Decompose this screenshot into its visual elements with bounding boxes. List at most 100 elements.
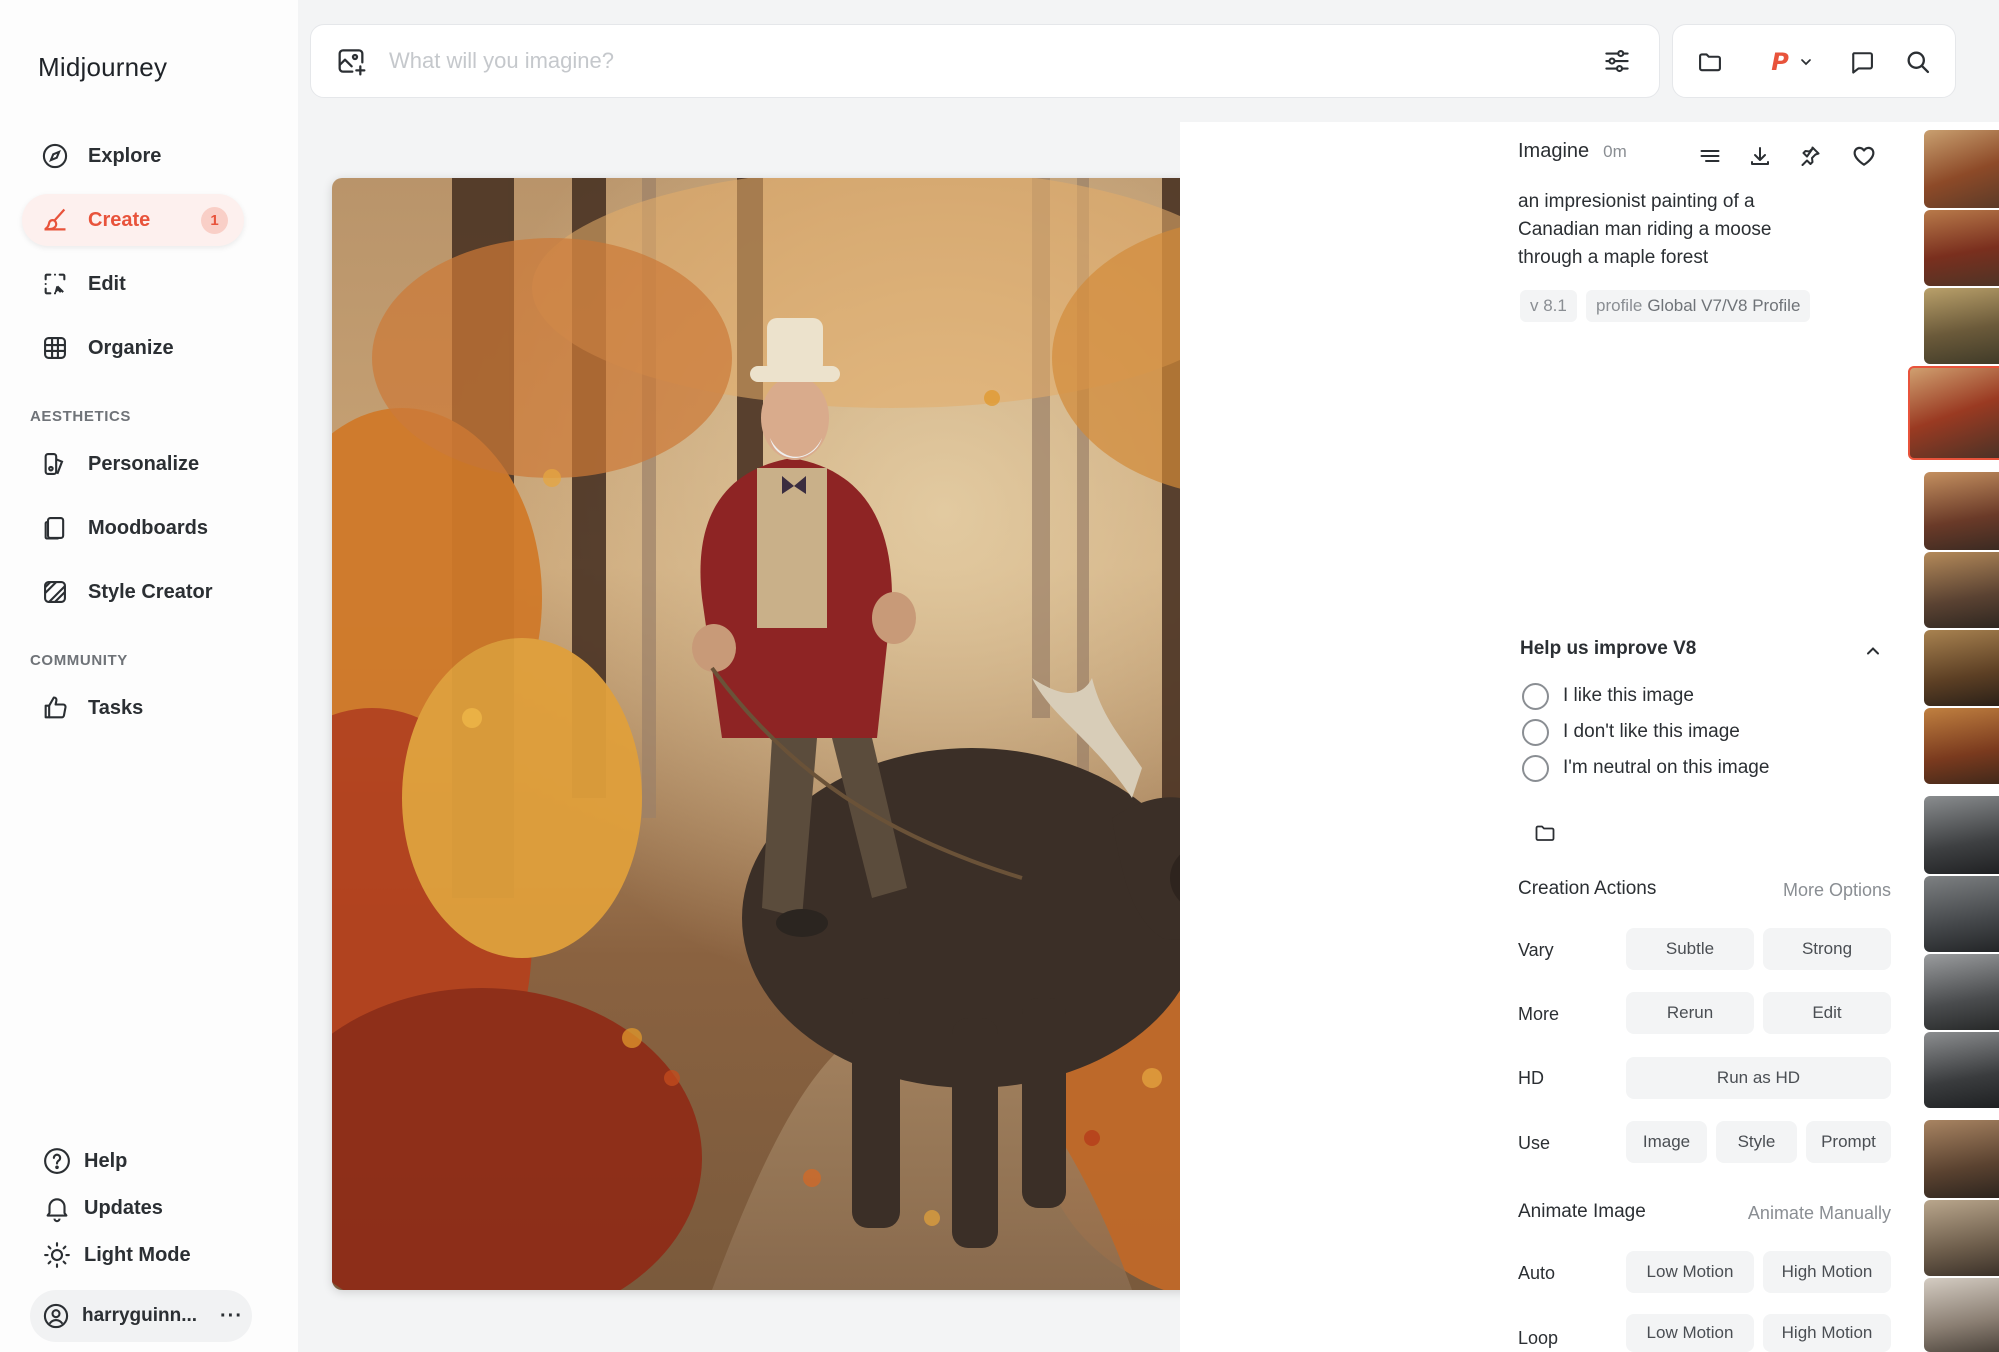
feedback-like-label: I like this image [1563,685,1694,706]
download-icon[interactable] [1744,140,1776,172]
prompt-input[interactable] [389,48,1597,74]
feedback-dislike-option[interactable]: I don't like this image [1522,717,1740,747]
chevron-up-icon[interactable] [1858,636,1888,666]
light-mode-toggle[interactable]: Light Mode [40,1235,191,1275]
auto-high-motion-button[interactable]: High Motion [1763,1251,1891,1293]
chevron-down-icon[interactable] [1793,43,1819,81]
profile-chip-value: Global V7/V8 Profile [1647,296,1801,315]
moodboard-icon [40,513,70,543]
nav-explore[interactable]: Explore [22,130,244,182]
search-icon[interactable] [1899,43,1937,81]
add-to-folder-icon[interactable] [1530,818,1560,848]
feedback-title: Help us improve V8 [1520,638,1697,659]
nav-moodboards[interactable]: Moodboards [22,502,244,554]
app-logo[interactable]: Midjourney [38,52,167,83]
rerun-button[interactable]: Rerun [1626,992,1754,1034]
vary-subtle-button[interactable]: Subtle [1626,928,1754,970]
history-thumbnail[interactable] [1924,1120,1999,1198]
history-thumbnail[interactable] [1924,130,1999,208]
animate-manually-link[interactable]: Animate Manually [1748,1203,1891,1224]
thumbs-up-icon [40,693,70,723]
settings-sliders-icon[interactable] [1597,41,1637,81]
use-image-button[interactable]: Image [1626,1121,1707,1163]
auto-label: Auto [1518,1263,1556,1283]
history-thumbnail[interactable] [1924,876,1999,952]
pin-icon[interactable] [1794,140,1826,172]
radio-button[interactable] [1522,754,1549,782]
heart-icon[interactable] [1848,140,1880,172]
user-account-menu[interactable]: harryguinn... ··· [30,1290,252,1342]
use-style-button[interactable]: Style [1716,1121,1797,1163]
nav-edit[interactable]: Edit [22,258,244,310]
history-thumbnail[interactable] [1924,796,1999,874]
aesthetics-section-label: AESTHETICS [30,408,132,425]
folder-icon[interactable] [1691,43,1729,81]
profile-chip-prefix: profile [1596,296,1643,315]
history-thumbnail[interactable] [1924,472,1999,550]
brush-icon [40,205,70,235]
more-label: More [1518,1004,1560,1024]
chat-icon[interactable] [1843,43,1881,81]
version-chip[interactable]: v 8.1 [1520,290,1577,322]
sidebar: Midjourney Explore Create 1 Edit Organiz… [0,0,298,1352]
history-thumbnail[interactable] [1924,630,1999,706]
help-link[interactable]: Help [40,1141,127,1181]
nav-moodboards-label: Moodboards [88,516,208,539]
lines-menu-icon[interactable] [1694,140,1726,172]
history-thumbnail[interactable] [1924,1278,1999,1352]
auto-low-motion-button[interactable]: Low Motion [1626,1251,1754,1293]
job-header: Imagine 0m [1518,140,1627,163]
updates-link[interactable]: Updates [40,1188,163,1228]
vary-strong-button[interactable]: Strong [1763,928,1891,970]
job-time: 0m [1603,142,1627,161]
job-type: Imagine [1518,140,1590,162]
nav-create[interactable]: Create 1 [22,194,244,246]
history-thumbnail[interactable] [1924,552,1999,628]
feedback-like-option[interactable]: I like this image [1522,681,1694,711]
help-icon [40,1144,74,1178]
user-more-icon[interactable]: ··· [220,1305,243,1328]
history-thumbnail[interactable] [1924,1032,1999,1108]
history-thumbnail[interactable] [1924,1200,1999,1276]
nav-personalize-label: Personalize [88,452,200,475]
loop-low-motion-button[interactable]: Low Motion [1626,1314,1754,1352]
radio-button[interactable] [1522,718,1549,746]
edit-button[interactable]: Edit [1763,992,1891,1034]
animate-image-title: Animate Image [1518,1201,1646,1222]
add-image-icon[interactable] [333,43,369,79]
top-toolbar: P [1672,24,1956,98]
help-label: Help [84,1149,128,1172]
creation-actions-title: Creation Actions [1518,878,1657,899]
history-thumbnail[interactable] [1924,708,1999,784]
personalize-icon [40,449,70,479]
history-thumbnail[interactable] [1924,210,1999,286]
nav-organize-label: Organize [88,336,174,359]
prompt-text[interactable]: an impresionist painting of a Canadian m… [1518,188,1818,272]
history-thumbnail[interactable] [1924,954,1999,1030]
nav-personalize[interactable]: Personalize [22,438,244,490]
user-avatar-icon [42,1302,70,1330]
more-options-link[interactable]: More Options [1783,880,1891,901]
run-as-hd-button[interactable]: Run as HD [1626,1057,1891,1099]
loop-label: Loop [1518,1328,1559,1348]
light-mode-label: Light Mode [84,1243,191,1266]
bell-icon [40,1191,74,1225]
history-thumbnail-selected[interactable] [1908,366,1999,460]
feedback-neutral-option[interactable]: I'm neutral on this image [1522,753,1769,783]
nav-organize[interactable]: Organize [22,322,244,374]
use-label: Use [1518,1133,1551,1153]
radio-button[interactable] [1522,682,1549,710]
nav-tasks-label: Tasks [88,696,144,719]
nav-create-label: Create [88,208,151,231]
hd-label: HD [1518,1068,1544,1088]
vary-label: Vary [1518,940,1554,960]
use-prompt-button[interactable]: Prompt [1806,1121,1891,1163]
community-section-label: COMMUNITY [30,652,128,669]
nav-edit-label: Edit [88,272,126,295]
nav-style-creator[interactable]: Style Creator [22,566,244,618]
nav-style-creator-label: Style Creator [88,580,213,603]
loop-high-motion-button[interactable]: High Motion [1763,1314,1891,1352]
history-thumbnail[interactable] [1924,288,1999,364]
nav-tasks[interactable]: Tasks [22,682,244,734]
profile-chip[interactable]: profile Global V7/V8 Profile [1586,290,1811,322]
